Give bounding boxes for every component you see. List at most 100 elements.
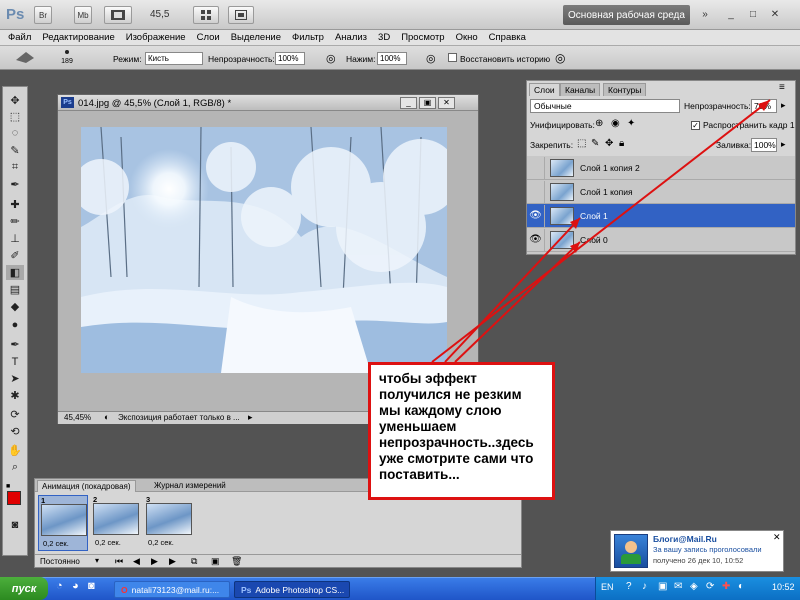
- tool-preset-picker[interactable]: [14, 50, 44, 66]
- status-info-icon[interactable]: ◐: [104, 412, 109, 422]
- menu-select[interactable]: Выделение: [231, 32, 281, 43]
- opacity-arrow-icon[interactable]: ▸: [781, 100, 786, 111]
- gradient-tool-icon[interactable]: ▤: [6, 282, 24, 297]
- lock-transparency-icon[interactable]: ⬚: [577, 138, 586, 149]
- eye-icon[interactable]: 👁︎: [527, 228, 545, 251]
- airbrush-icon[interactable]: ◎: [426, 52, 436, 65]
- layer-row[interactable]: 👁︎ Слой 0: [527, 228, 795, 252]
- quick-mask-icon[interactable]: ◙: [6, 517, 24, 532]
- type-tool-icon[interactable]: T: [6, 354, 24, 369]
- frame-delay-select[interactable]: 0,2 сек.: [95, 538, 121, 547]
- zoom-tool-icon[interactable]: ⌕: [6, 460, 24, 475]
- menu-view[interactable]: Просмотр: [401, 32, 444, 43]
- tray-update-icon[interactable]: ⟳: [706, 581, 714, 592]
- quick-launch-icon[interactable]: ◔: [56, 580, 63, 592]
- eyedropper-tool-icon[interactable]: ✒: [6, 177, 24, 192]
- arrange-documents-button[interactable]: [193, 6, 219, 24]
- menu-filter[interactable]: Фильтр: [292, 32, 324, 43]
- quick-select-tool-icon[interactable]: ✎: [6, 143, 24, 158]
- menu-edit[interactable]: Редактирование: [42, 32, 114, 43]
- bridge-button[interactable]: Br: [34, 6, 52, 24]
- maximize-button[interactable]: □: [744, 6, 762, 22]
- hand-tool-icon[interactable]: ✋: [6, 443, 24, 458]
- tray-help-icon[interactable]: ?: [626, 581, 632, 592]
- taskbar-task-photoshop[interactable]: Ps Adobe Photoshop CS...: [234, 581, 350, 598]
- quick-launch-icon[interactable]: ◙: [88, 580, 95, 592]
- unify-position-icon[interactable]: ⊕: [595, 118, 603, 129]
- minimize-button[interactable]: _: [722, 6, 740, 22]
- pressure-size-icon[interactable]: ◎: [555, 51, 565, 65]
- history-brush-tool-icon[interactable]: ✐: [6, 248, 24, 263]
- fill-arrow-icon[interactable]: ▸: [781, 139, 786, 150]
- tray-network-icon[interactable]: ▣: [658, 581, 667, 592]
- close-icon[interactable]: ✕: [773, 532, 781, 543]
- pressure-input[interactable]: 100%: [377, 52, 407, 65]
- tray-app-icon[interactable]: ◐: [738, 581, 744, 592]
- layer-row[interactable]: Слой 1 копия: [527, 180, 795, 204]
- tray-sound-icon[interactable]: ♪: [642, 581, 647, 592]
- layer-row-selected[interactable]: 👁︎ Слой 1: [527, 204, 795, 228]
- move-tool-icon[interactable]: ✥: [6, 93, 24, 108]
- default-colors-icon[interactable]: ■: [6, 483, 10, 490]
- menu-image[interactable]: Изображение: [126, 32, 186, 43]
- more-workspaces-button[interactable]: »: [696, 6, 714, 22]
- clone-stamp-tool-icon[interactable]: ⊥: [6, 231, 24, 246]
- new-frame-icon[interactable]: ▣: [211, 556, 220, 567]
- layer-row[interactable]: Слой 1 копия 2: [527, 156, 795, 180]
- mini-bridge-button[interactable]: Mb: [74, 6, 92, 24]
- lock-position-icon[interactable]: ✥: [605, 138, 613, 149]
- blend-mode-select[interactable]: Обычные: [530, 99, 680, 113]
- mode-select[interactable]: Кисть: [145, 52, 203, 65]
- start-button[interactable]: пуск: [0, 577, 48, 600]
- delete-frame-icon[interactable]: 🗑︎: [231, 556, 242, 567]
- tab-layers[interactable]: Слои: [529, 83, 560, 96]
- eraser-tool-icon[interactable]: ◧: [6, 265, 24, 280]
- 3d-camera-tool-icon[interactable]: ⟲: [6, 424, 24, 439]
- fill-input[interactable]: 100%: [751, 138, 777, 152]
- first-frame-icon[interactable]: ⏮: [115, 556, 123, 567]
- layer-opacity-input[interactable]: 70%: [751, 99, 777, 113]
- doc-restore-button[interactable]: ▣: [419, 97, 436, 109]
- status-menu-arrow-icon[interactable]: ▸: [248, 412, 253, 423]
- path-select-tool-icon[interactable]: ➤: [6, 371, 24, 386]
- unify-style-icon[interactable]: ✦: [627, 118, 635, 129]
- notification-title[interactable]: Блоги@Mail.Ru: [653, 534, 717, 544]
- tray-shield-icon[interactable]: ◈: [690, 581, 698, 592]
- tab-animation[interactable]: Анимация (покадровая): [37, 480, 136, 492]
- tab-paths[interactable]: Контуры: [603, 83, 647, 96]
- brush-tool-icon[interactable]: ✏: [6, 214, 24, 229]
- tween-icon[interactable]: ⧉: [191, 556, 197, 567]
- unify-visibility-icon[interactable]: ◉: [611, 118, 620, 129]
- taskbar-task-mail[interactable]: O natali73123@mail.ru:...: [114, 581, 230, 598]
- tray-antivirus-icon[interactable]: ✚: [722, 581, 730, 592]
- lasso-tool-icon[interactable]: ◌: [6, 125, 24, 140]
- screen-mode-button[interactable]: [228, 6, 254, 24]
- tablet-pressure-icon[interactable]: ◎: [326, 52, 336, 65]
- brush-picker[interactable]: 189: [56, 48, 78, 68]
- next-frame-icon[interactable]: ▶: [169, 556, 176, 567]
- prev-frame-icon[interactable]: ◀: [133, 556, 140, 567]
- 3d-rotate-tool-icon[interactable]: ⟳: [6, 407, 24, 422]
- frame-delay-select[interactable]: 0,2 сек.: [43, 539, 69, 548]
- blur-tool-icon[interactable]: ◆: [6, 299, 24, 314]
- menu-help[interactable]: Справка: [489, 32, 526, 43]
- zoom-field[interactable]: 45,45%: [64, 413, 91, 422]
- visibility-toggle[interactable]: [527, 156, 545, 179]
- propagate-frame-checkbox[interactable]: ✓: [691, 121, 700, 130]
- tab-channels[interactable]: Каналы: [560, 83, 601, 96]
- language-indicator[interactable]: EN: [601, 582, 614, 592]
- tab-measurement-log[interactable]: Журнал измерений: [150, 480, 230, 492]
- quick-launch-icon[interactable]: ◕: [72, 580, 79, 592]
- foreground-color-swatch[interactable]: [7, 491, 21, 505]
- restore-history-checkbox[interactable]: [448, 53, 457, 62]
- menu-file[interactable]: Файл: [8, 32, 31, 43]
- animation-frame[interactable]: 3 0,2 сек.: [144, 495, 194, 551]
- tray-mail-icon[interactable]: ✉: [674, 581, 682, 592]
- lock-all-icon[interactable]: 🔒︎: [619, 138, 624, 149]
- visibility-toggle[interactable]: [527, 180, 545, 203]
- close-button[interactable]: ✕: [766, 6, 784, 22]
- marquee-tool-icon[interactable]: ⬚: [6, 109, 24, 124]
- opacity-input[interactable]: 100%: [275, 52, 305, 65]
- shape-tool-icon[interactable]: ✱: [6, 388, 24, 403]
- healing-brush-tool-icon[interactable]: ✚: [6, 197, 24, 212]
